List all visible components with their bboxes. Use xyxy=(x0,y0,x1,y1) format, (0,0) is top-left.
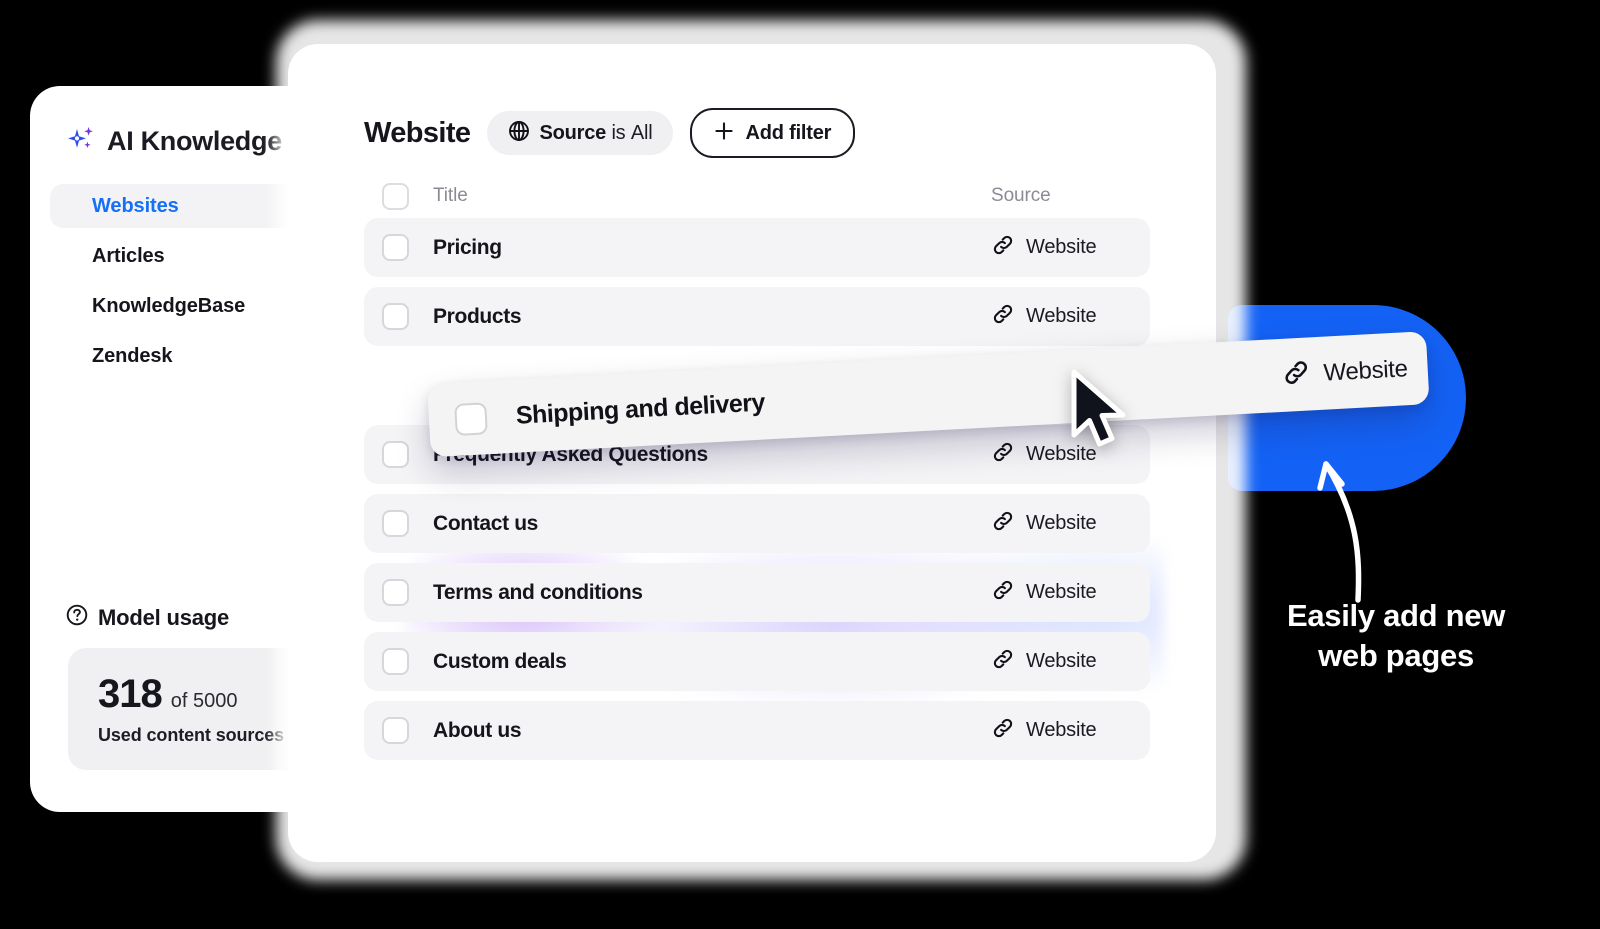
usage-caption: Used content sources xyxy=(98,725,285,745)
filter-field: Source xyxy=(539,121,607,144)
column-header-title: Title xyxy=(433,185,468,206)
main-toolbar: Website Source is All Add filter xyxy=(364,108,856,158)
row-title: About us xyxy=(433,718,522,742)
add-filter-button[interactable]: Add filter xyxy=(690,108,856,158)
brand-title: AI Knowledge xyxy=(107,126,282,156)
usage-count: 318 xyxy=(98,672,163,716)
row-checkbox[interactable] xyxy=(382,234,409,261)
model-usage-header: Model usage xyxy=(66,604,229,631)
select-all-checkbox[interactable] xyxy=(382,182,409,210)
link-icon xyxy=(991,440,1015,469)
row-checkbox[interactable] xyxy=(382,441,409,468)
filter-chip-label: Source is All xyxy=(539,122,652,145)
brand: AI Knowledge xyxy=(66,125,282,158)
link-icon xyxy=(1281,357,1312,392)
dragged-row-source-label: Website xyxy=(1322,354,1409,387)
sidebar-item-label: KnowledgeBase xyxy=(92,294,246,317)
table-row[interactable]: Custom deals Website xyxy=(364,632,1150,691)
row-source: Website xyxy=(991,578,1097,607)
row-title: Terms and conditions xyxy=(433,580,643,604)
sidebar-item-label: Articles xyxy=(92,244,165,267)
annotation-line-2: web pages xyxy=(1318,637,1474,673)
content-sources-table: Title Source Pricing Website Products We… xyxy=(364,174,1164,770)
row-source-label: Website xyxy=(1026,512,1097,534)
row-source-label: Website xyxy=(1026,236,1097,258)
row-source-label: Website xyxy=(1026,650,1097,672)
link-icon xyxy=(991,233,1015,262)
annotation-line-1: Easily add new xyxy=(1286,598,1506,633)
row-checkbox[interactable] xyxy=(382,717,409,744)
model-usage-title: Model usage xyxy=(98,604,230,630)
globe-icon xyxy=(508,120,530,147)
help-circle-icon[interactable] xyxy=(66,604,88,631)
row-title: Products xyxy=(433,304,522,328)
row-source: Website xyxy=(991,716,1097,745)
table-row[interactable]: About us Website xyxy=(364,701,1150,760)
row-checkbox[interactable] xyxy=(382,579,409,606)
sparkle-icon xyxy=(66,125,96,158)
filter-operator: is xyxy=(611,121,626,144)
table-row[interactable]: Terms and conditions Website xyxy=(364,563,1150,622)
row-title: Custom deals xyxy=(433,649,567,673)
curved-arrow-icon xyxy=(1300,440,1420,610)
row-source-label: Website xyxy=(1026,719,1097,741)
filter-value: All xyxy=(630,121,653,144)
link-icon xyxy=(991,647,1015,676)
row-checkbox[interactable] xyxy=(382,648,409,675)
row-source: Website xyxy=(991,647,1097,676)
row-checkbox[interactable] xyxy=(382,303,409,330)
table-header-row: Title Source xyxy=(364,174,1150,218)
row-title: Pricing xyxy=(433,235,502,259)
dragged-row-title: Shipping and delivery xyxy=(515,388,766,430)
link-icon xyxy=(991,578,1015,607)
row-source-label: Website xyxy=(1026,581,1097,603)
screenshot-stage: AI Knowledge Websites Articles Knowledge… xyxy=(0,0,1600,929)
add-filter-label: Add filter xyxy=(745,121,832,144)
row-checkbox[interactable] xyxy=(382,510,409,537)
row-title: Contact us xyxy=(433,511,539,535)
dragged-row-source: Website xyxy=(1281,352,1409,393)
row-checkbox[interactable] xyxy=(454,401,488,436)
link-icon xyxy=(991,509,1015,538)
sidebar-item-label: Websites xyxy=(92,194,179,217)
source-filter-chip[interactable]: Source is All xyxy=(487,111,674,155)
table-row[interactable]: Pricing Website xyxy=(364,218,1150,277)
arrow-cursor-icon xyxy=(1068,369,1130,456)
annotation-callout: Easily add new web pages xyxy=(1262,596,1530,675)
row-source: Website xyxy=(991,509,1097,538)
link-icon xyxy=(991,716,1015,745)
usage-numbers: 318 of 5000 xyxy=(98,672,237,717)
column-header-source: Source xyxy=(991,185,1051,206)
page-title: Website xyxy=(364,116,471,149)
sidebar-item-label: Zendesk xyxy=(92,344,173,367)
table-row[interactable]: Contact us Website xyxy=(364,494,1150,553)
row-source: Website xyxy=(991,233,1097,262)
plus-icon xyxy=(714,121,734,146)
usage-limit: of 5000 xyxy=(170,690,238,712)
